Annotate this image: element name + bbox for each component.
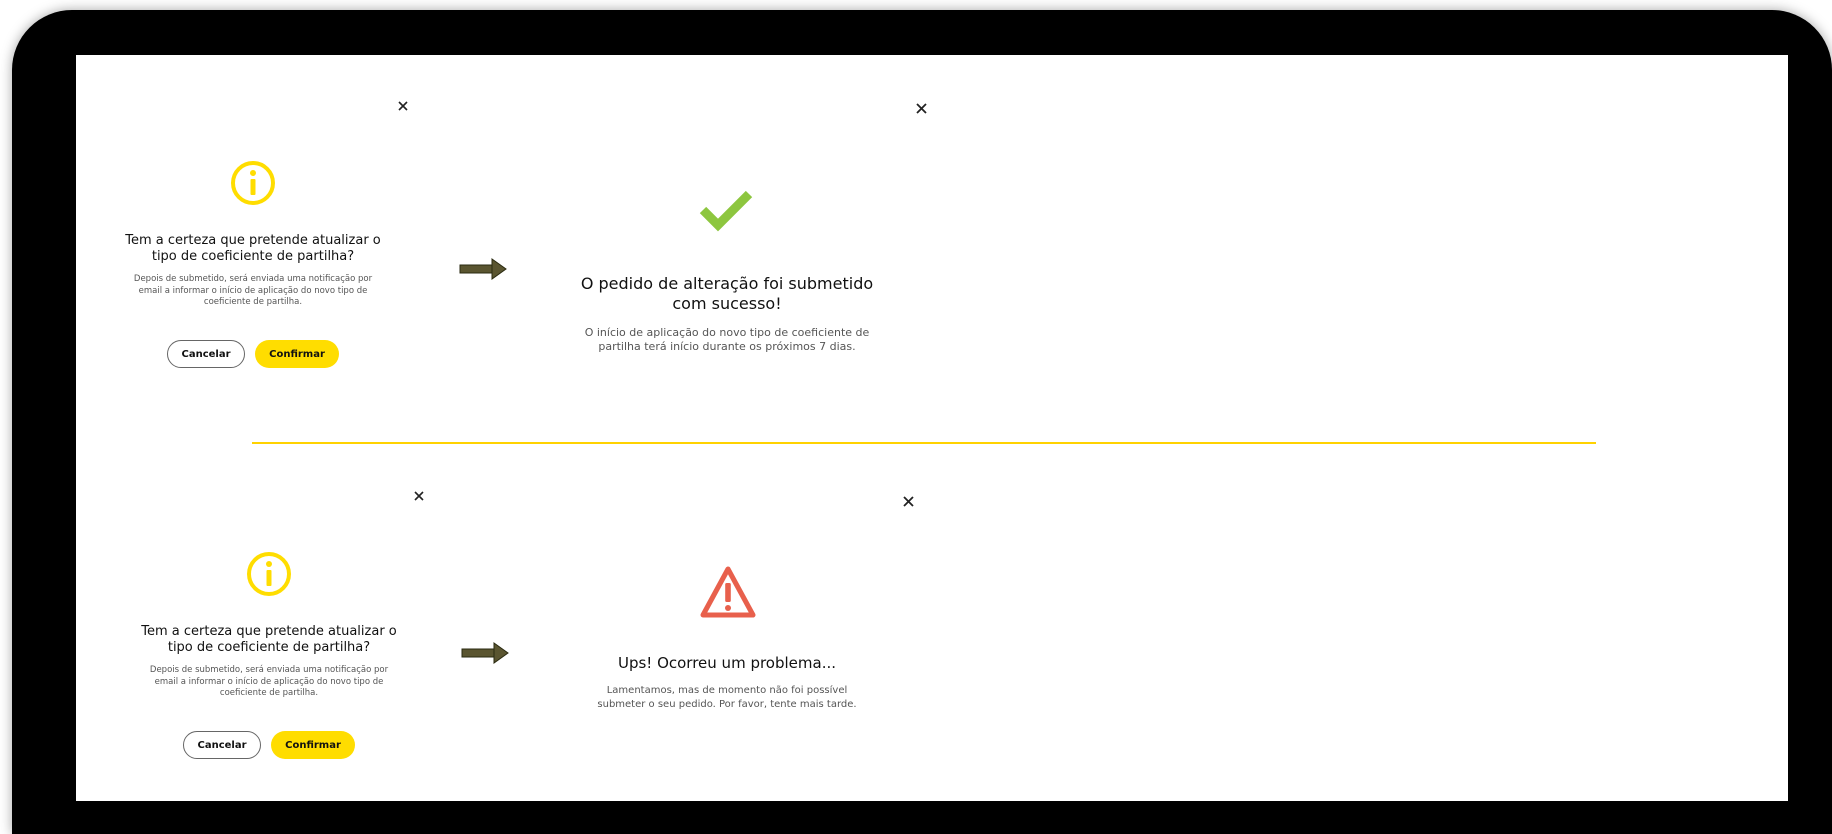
- dialog-title: Tem a certeza que pretende atualizar o t…: [125, 233, 381, 264]
- dialog-description: O início de aplicação do novo tipo de co…: [584, 326, 870, 353]
- dialog-description: Depois de submetido, será enviada uma no…: [149, 665, 389, 698]
- dialog-title: Ups! Ocorreu um problema...: [617, 654, 837, 672]
- info-icon: [230, 160, 276, 206]
- checkmark-icon: [699, 188, 753, 232]
- cancel-button[interactable]: Cancelar: [167, 340, 245, 368]
- confirm-button[interactable]: Confirmar: [255, 340, 339, 368]
- section-divider: [252, 442, 1596, 444]
- info-icon: [246, 551, 292, 597]
- cancel-button[interactable]: Cancelar: [183, 731, 261, 759]
- right-arrow-icon: [461, 641, 509, 665]
- dialog-description: Lamentamos, mas de momento não foi possí…: [597, 685, 857, 710]
- close-icon[interactable]: [902, 495, 916, 509]
- right-arrow-icon: [459, 257, 507, 281]
- dialog-description: Depois de submetido, será enviada uma no…: [133, 274, 373, 307]
- confirm-button[interactable]: Confirmar: [271, 731, 355, 759]
- dialog-title: Tem a certeza que pretende atualizar o t…: [141, 624, 397, 655]
- close-icon[interactable]: [915, 102, 929, 116]
- close-icon[interactable]: [397, 100, 411, 114]
- close-icon[interactable]: [413, 490, 427, 504]
- dialog-title: O pedido de alteração foi submetido com …: [580, 274, 874, 313]
- warning-icon: [700, 565, 756, 619]
